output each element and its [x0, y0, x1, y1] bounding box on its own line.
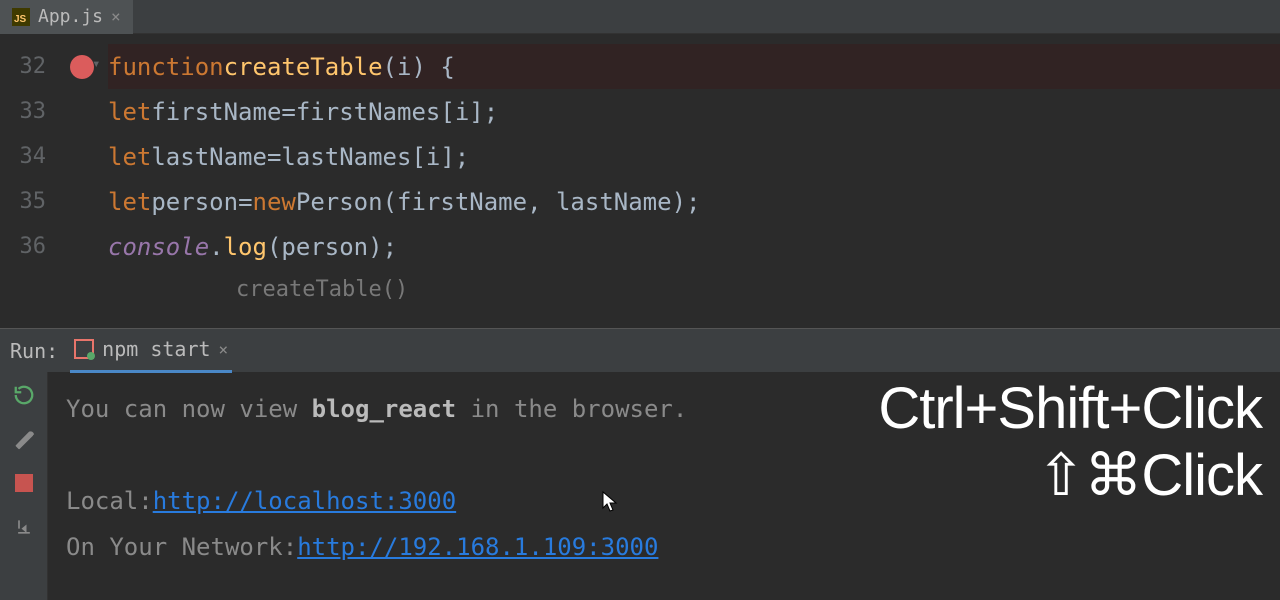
code-pane[interactable]: function createTable(i) { let firstName …: [108, 34, 1280, 328]
run-toolbar: [0, 372, 48, 600]
breakpoint-icon[interactable]: [70, 55, 94, 79]
breakpoint-gutter[interactable]: ▾: [56, 34, 108, 328]
network-url-link[interactable]: http://192.168.1.109:3000: [297, 533, 658, 561]
parameter-hint: createTable(): [108, 269, 1280, 309]
fold-icon[interactable]: ▾: [92, 56, 100, 72]
run-config-label: npm start: [102, 337, 210, 361]
editor-area: 32 33 34 35 36 ▾ function createTable(i)…: [0, 34, 1280, 328]
npm-icon: [74, 339, 94, 359]
console-line: On Your Network: http://192.168.1.109:30…: [66, 524, 1268, 570]
run-tool-header: Run: npm start ×: [0, 328, 1280, 372]
code-line[interactable]: function createTable(i) {: [108, 44, 1280, 89]
editor-tabs: JS App.js ×: [0, 0, 1280, 34]
line-number[interactable]: 35: [0, 179, 56, 224]
code-line[interactable]: console.log(person);: [108, 224, 1280, 269]
console-output[interactable]: You can now view blog_react in the brows…: [48, 372, 1280, 600]
run-config-tab[interactable]: npm start ×: [70, 329, 232, 373]
line-number[interactable]: 32: [0, 44, 56, 89]
run-label: Run:: [6, 339, 58, 363]
file-tab-appjs[interactable]: JS App.js ×: [0, 0, 133, 34]
close-icon[interactable]: ×: [219, 340, 229, 359]
file-tab-label: App.js: [38, 6, 103, 27]
js-file-icon: JS: [12, 8, 30, 26]
line-number[interactable]: 33: [0, 89, 56, 134]
close-icon[interactable]: ×: [111, 7, 121, 26]
code-line[interactable]: let lastName = lastNames[i];: [108, 134, 1280, 179]
line-number[interactable]: 36: [0, 224, 56, 269]
local-url-link[interactable]: http://localhost:3000: [153, 487, 456, 515]
line-number-gutter: 32 33 34 35 36: [0, 34, 56, 328]
code-line[interactable]: let firstName = firstNames[i];: [108, 89, 1280, 134]
shortcut-overlay: Ctrl+Shift+Click ⇧⌘Click: [878, 376, 1262, 509]
code-line[interactable]: let person = new Person(firstName, lastN…: [108, 179, 1280, 224]
scroll-to-end-icon[interactable]: [13, 516, 35, 538]
stop-icon[interactable]: [13, 472, 35, 494]
shortcut-win: Ctrl+Shift+Click: [878, 376, 1262, 443]
line-number[interactable]: 34: [0, 134, 56, 179]
wrench-icon[interactable]: [13, 428, 35, 450]
rerun-icon[interactable]: [13, 384, 35, 406]
shortcut-mac: ⇧⌘Click: [878, 443, 1262, 510]
run-tool-body: You can now view blog_react in the brows…: [0, 372, 1280, 600]
